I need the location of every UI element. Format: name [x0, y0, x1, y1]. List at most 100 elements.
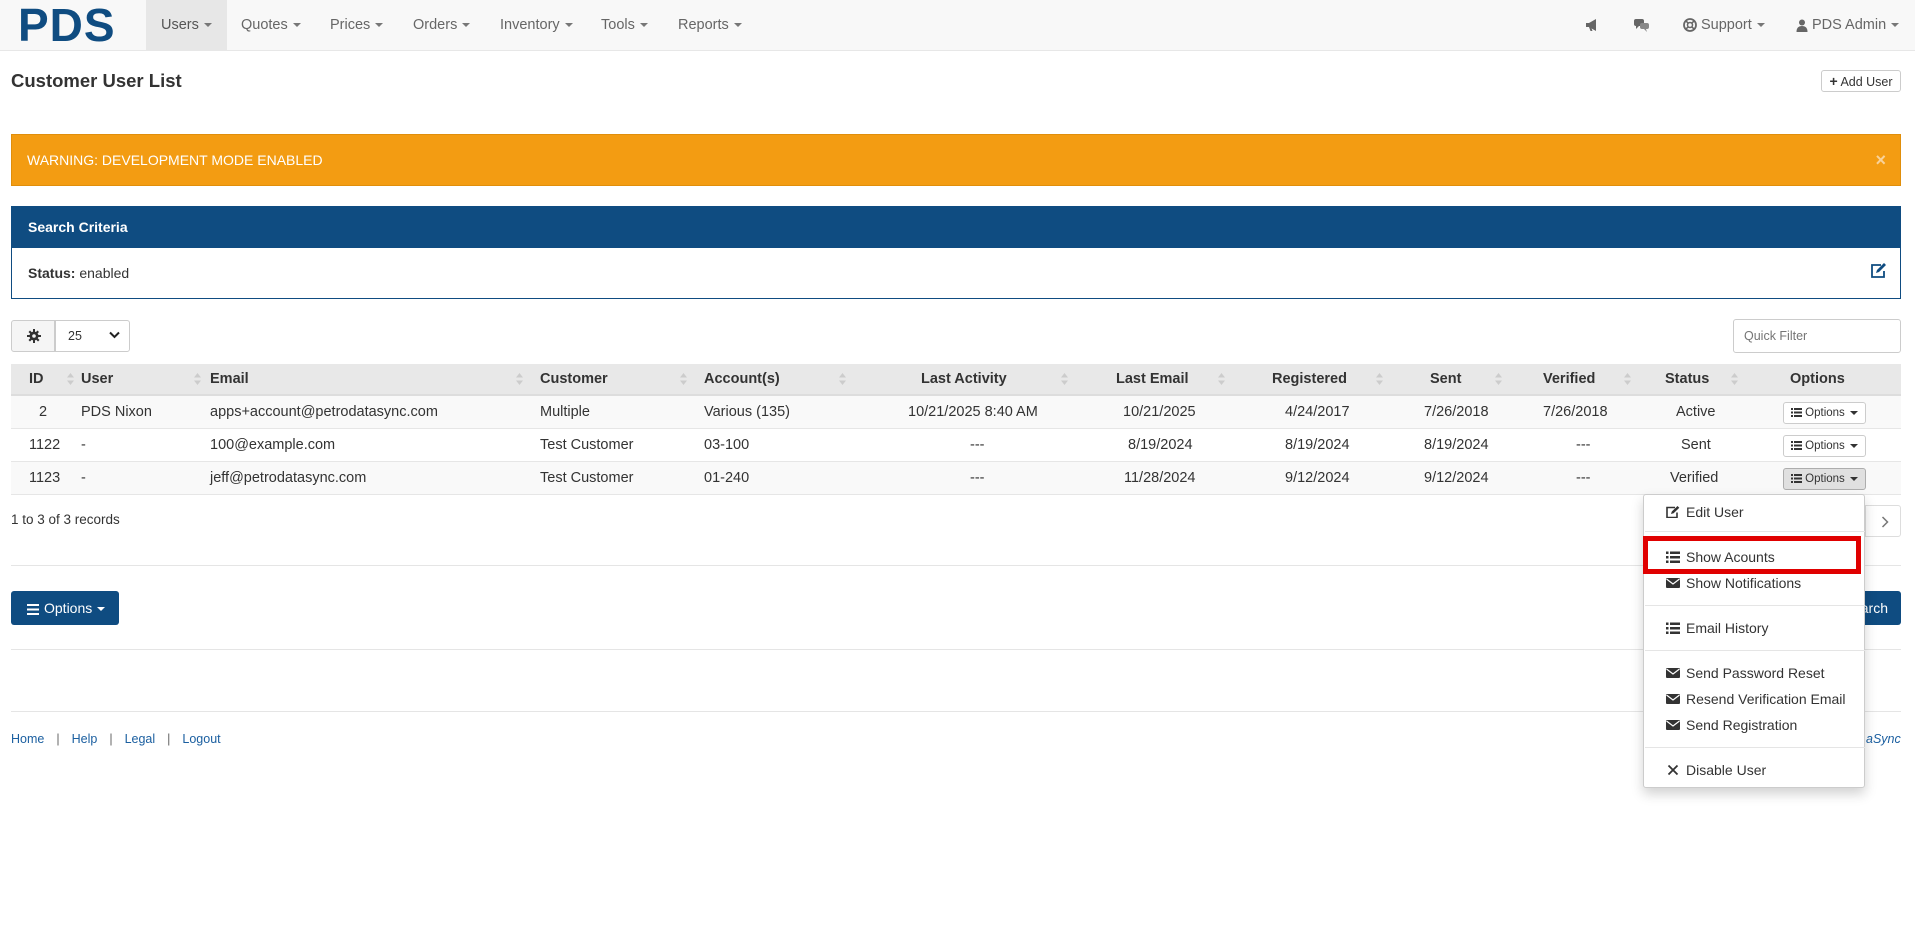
divider	[11, 649, 1901, 650]
footer-help-link[interactable]: Help	[72, 732, 98, 746]
sort-icon	[1218, 373, 1225, 385]
megaphone-icon	[1586, 19, 1596, 32]
col-registered[interactable]: Registered	[1272, 364, 1347, 394]
options-label: Options	[1805, 440, 1845, 452]
footer-legal-link[interactable]: Legal	[125, 732, 156, 746]
dev-mode-alert: WARNING: DEVELOPMENT MODE ENABLED ×	[11, 134, 1901, 186]
menu-resend-verification[interactable]: Resend Verification Email	[1644, 687, 1864, 711]
footer-logout-link[interactable]: Logout	[182, 732, 220, 746]
sort-icon	[1624, 373, 1631, 385]
page-size-select[interactable]: 25	[55, 320, 130, 352]
records-count: 1 to 3 of 3 records	[11, 512, 120, 527]
hamburger-icon	[27, 603, 39, 615]
sort-icon	[1731, 373, 1738, 385]
col-accounts[interactable]: Account(s)	[704, 364, 780, 394]
user-icon	[1796, 19, 1808, 32]
menu-divider	[1645, 531, 1865, 532]
nav-quotes-label: Quotes	[241, 17, 288, 33]
col-email[interactable]: Email	[210, 364, 249, 394]
bulk-options-button[interactable]: Options	[11, 591, 119, 625]
cell-last-activity: ---	[970, 470, 985, 486]
menu-disable-user[interactable]: Disable User	[1644, 758, 1864, 782]
list-icon	[1791, 441, 1803, 451]
col-options: Options	[1790, 371, 1845, 387]
nav-support-label: Support	[1701, 17, 1752, 33]
quick-filter-input[interactable]	[1733, 319, 1901, 353]
search-criteria-panel: Search Criteria Status: enabled	[11, 206, 1901, 299]
close-icon[interactable]: ×	[1875, 135, 1886, 185]
cell-verified: 7/26/2018	[1543, 404, 1608, 420]
col-verified[interactable]: Verified	[1543, 364, 1595, 394]
messages-button[interactable]	[1627, 0, 1656, 50]
cell-email: apps+account@petrodatasync.com	[210, 404, 438, 420]
cell-id: 1122	[29, 437, 61, 453]
cell-id: 2	[39, 404, 48, 420]
cell-customer: Test Customer	[540, 437, 634, 453]
col-sent[interactable]: Sent	[1430, 364, 1461, 394]
footer-brand-link[interactable]: aSync	[1866, 732, 1901, 746]
add-user-label: Add User	[1840, 75, 1893, 89]
col-customer[interactable]: Customer	[540, 364, 608, 394]
plus-icon: +	[1829, 73, 1838, 89]
menu-divider	[1645, 650, 1865, 651]
menu-show-accounts[interactable]: Show Acounts	[1644, 545, 1864, 569]
cell-user: -	[81, 437, 86, 453]
pds-logo[interactable]: PDS	[18, 2, 116, 48]
nav-quotes[interactable]: Quotes	[226, 0, 316, 50]
col-status[interactable]: Status	[1665, 364, 1709, 394]
nav-user-menu[interactable]: PDS Admin	[1781, 0, 1914, 50]
column-settings-button[interactable]	[11, 320, 55, 352]
caret-down-icon	[1849, 443, 1858, 448]
cell-last-email: 10/21/2025	[1123, 404, 1196, 420]
row-options-button[interactable]: Options	[1783, 402, 1866, 424]
caret-down-icon	[564, 23, 573, 28]
menu-edit-user[interactable]: Edit User	[1644, 500, 1864, 524]
add-user-button[interactable]: + Add User	[1821, 70, 1901, 92]
cell-verified: ---	[1576, 437, 1591, 453]
chevron-down-icon	[109, 331, 120, 339]
menu-email-history[interactable]: Email History	[1644, 616, 1864, 640]
pager-next-button[interactable]	[1865, 505, 1901, 537]
sort-icon	[67, 373, 74, 385]
nav-inventory[interactable]: Inventory	[485, 0, 588, 50]
top-navbar: PDS Users Quotes Prices Orders Inventory…	[0, 0, 1915, 51]
menu-send-password-reset-label: Send Password Reset	[1686, 665, 1825, 681]
nav-prices[interactable]: Prices	[315, 0, 398, 50]
col-id[interactable]: ID	[29, 364, 44, 394]
search-criteria-body: Status: enabled	[12, 248, 1900, 298]
nav-reports[interactable]: Reports	[663, 0, 757, 50]
separator: |	[56, 732, 60, 746]
announcements-button[interactable]	[1579, 0, 1606, 50]
menu-resend-verification-label: Resend Verification Email	[1686, 691, 1846, 707]
col-user[interactable]: User	[81, 364, 113, 394]
edit-icon[interactable]	[1870, 263, 1886, 279]
footer-links: Home | Help | Legal | Logout	[11, 732, 221, 746]
sort-icon	[194, 373, 201, 385]
col-last-email[interactable]: Last Email	[1116, 364, 1189, 394]
footer-home-link[interactable]: Home	[11, 732, 44, 746]
comments-icon	[1634, 19, 1649, 33]
nav-orders[interactable]: Orders	[398, 0, 485, 50]
gear-icon	[27, 329, 41, 343]
menu-show-notifications[interactable]: Show Notifications	[1644, 571, 1864, 595]
nav-tools-label: Tools	[601, 17, 635, 33]
menu-send-password-reset[interactable]: Send Password Reset	[1644, 661, 1864, 685]
separator: |	[109, 732, 113, 746]
cell-verified: ---	[1576, 470, 1591, 486]
caret-down-icon	[1849, 410, 1858, 415]
menu-send-registration[interactable]: Send Registration	[1644, 713, 1864, 737]
sort-icon	[1495, 373, 1502, 385]
row-options-button[interactable]: Options	[1783, 435, 1866, 457]
table-header: ID User Email Customer Account(s) Last A…	[11, 364, 1901, 396]
nav-users[interactable]: Users	[146, 0, 227, 50]
nav-tools[interactable]: Tools	[586, 0, 663, 50]
page-title: Customer User List	[11, 70, 182, 91]
caret-down-icon	[639, 23, 648, 28]
cell-registered: 4/24/2017	[1285, 404, 1350, 420]
nav-support[interactable]: Support	[1668, 0, 1780, 50]
row-options-button[interactable]: Options	[1783, 468, 1866, 490]
col-last-activity[interactable]: Last Activity	[921, 364, 1007, 394]
caret-down-icon	[1891, 23, 1900, 28]
caret-down-icon	[97, 607, 106, 612]
options-label: Options	[1805, 473, 1845, 485]
